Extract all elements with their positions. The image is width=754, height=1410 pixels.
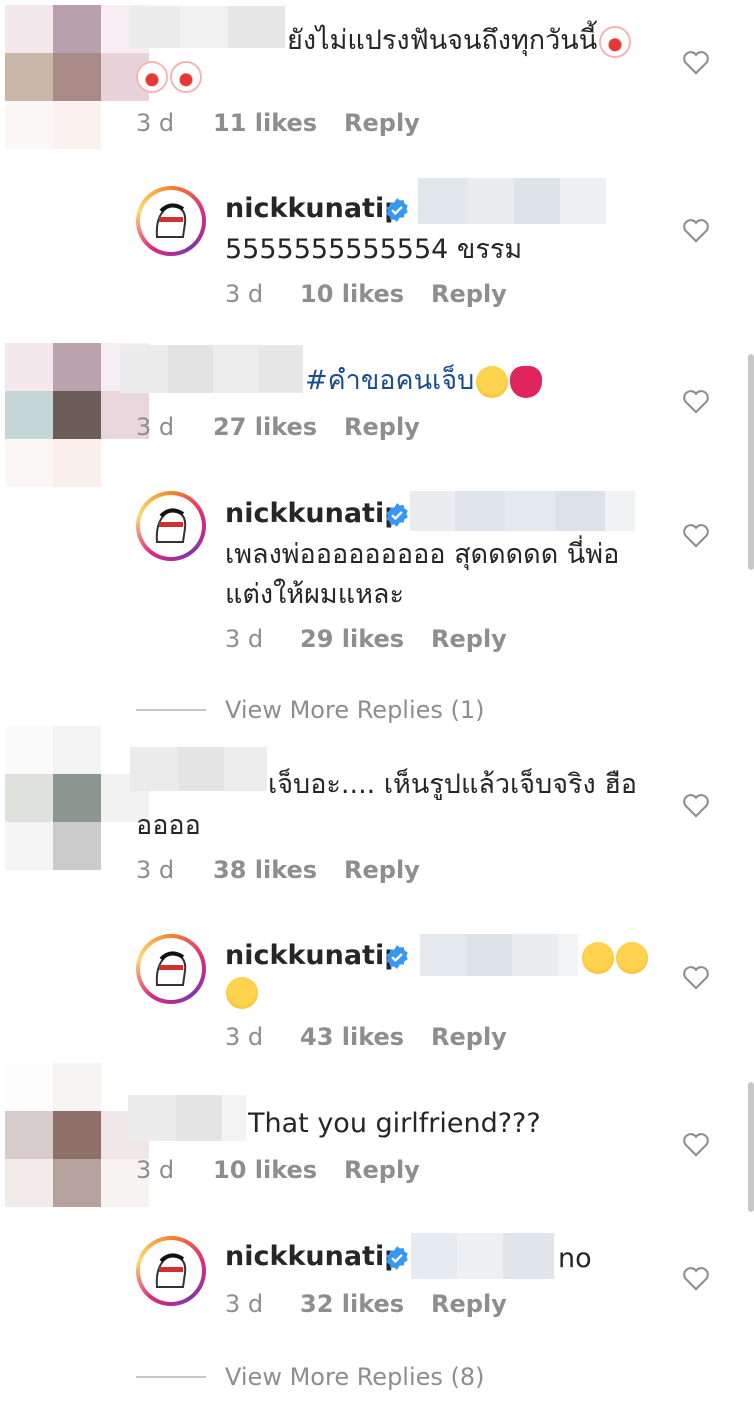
blurred-username[interactable] <box>128 1095 246 1141</box>
avatar[interactable] <box>136 934 206 1004</box>
heart-outline-icon[interactable] <box>682 964 710 990</box>
reply-button[interactable]: Reply <box>344 413 420 441</box>
clown-face-icon <box>136 60 168 93</box>
comment-time: 3 d <box>225 1290 264 1318</box>
blurred-mention[interactable] <box>410 491 635 531</box>
blurred-mention[interactable] <box>420 934 578 976</box>
username[interactable]: nickkunatip <box>225 193 404 224</box>
verified-badge-icon <box>386 945 408 969</box>
blurred-mention[interactable] <box>411 1233 554 1279</box>
blurred-username[interactable] <box>130 6 285 48</box>
view-more-replies-button[interactable]: View More Replies (1) <box>225 696 485 724</box>
scrollbar-thumb[interactable] <box>748 354 754 570</box>
reply-button[interactable]: Reply <box>431 1290 507 1318</box>
comment-text: 5555555555554 ขรรม <box>225 234 523 265</box>
heart-outline-icon[interactable] <box>682 388 710 414</box>
comment-emoji <box>136 57 202 95</box>
comment-text: ยังไม่แปรงฟันจนถึงทุกวันนี้ <box>287 22 632 60</box>
avatar[interactable] <box>136 1236 206 1306</box>
loudly-crying-face-icon <box>476 365 509 398</box>
comment-text: no <box>558 1243 592 1274</box>
like-count[interactable]: 32 likes <box>300 1290 404 1318</box>
username[interactable]: nickkunatip <box>225 940 404 971</box>
view-more-replies-button[interactable]: View More Replies (8) <box>225 1363 485 1391</box>
reply-button[interactable]: Reply <box>344 1156 420 1184</box>
like-count[interactable]: 38 likes <box>213 856 317 884</box>
clown-face-icon <box>599 25 632 58</box>
heart-outline-icon[interactable] <box>682 1131 710 1157</box>
heart-outline-icon[interactable] <box>682 792 710 818</box>
username[interactable]: nickkunatip <box>225 498 404 529</box>
rolling-on-floor-laughing-icon <box>582 941 614 974</box>
comment-time: 3 d <box>225 1023 264 1051</box>
blurred-mention[interactable] <box>418 178 606 224</box>
avatar[interactable] <box>136 491 206 561</box>
reply-button[interactable]: Reply <box>431 625 507 653</box>
comment-emoji <box>226 973 258 1011</box>
verified-badge-icon <box>386 1246 408 1270</box>
reply-button[interactable]: Reply <box>344 109 420 137</box>
comment-text-line2: แต่งให้ผมแหละ <box>225 579 404 610</box>
like-count[interactable]: 27 likes <box>213 413 317 441</box>
username[interactable]: nickkunatip <box>225 1241 404 1272</box>
like-count[interactable]: 10 likes <box>213 1156 317 1184</box>
comment-emoji <box>582 938 648 976</box>
like-count[interactable]: 10 likes <box>300 280 404 308</box>
broken-heart-icon <box>510 365 543 398</box>
comment-time: 3 d <box>136 413 175 441</box>
comment-text-line1: เจ็บอะ.... เห็นรูปแล้วเจ็บจริง ฮือ <box>268 769 638 800</box>
reply-button[interactable]: Reply <box>431 280 507 308</box>
avatar[interactable] <box>136 186 206 256</box>
divider-line <box>136 1376 206 1378</box>
comment-time: 3 d <box>136 109 175 137</box>
heart-outline-icon[interactable] <box>682 217 710 243</box>
heart-outline-icon[interactable] <box>682 1265 710 1291</box>
clown-face-icon <box>170 60 202 93</box>
comment-time: 3 d <box>136 856 175 884</box>
like-count[interactable]: 29 likes <box>300 625 404 653</box>
hashtag-link[interactable]: #คำขอคนเจ็บ <box>305 365 474 396</box>
reply-button[interactable]: Reply <box>431 1023 507 1051</box>
verified-badge-icon <box>386 198 408 222</box>
comment-text-line1: เพลงพ่อออออออออ สุดดดดด นี่พ่อ <box>225 539 620 570</box>
divider-line <box>136 709 206 711</box>
comment-time: 3 d <box>136 1156 175 1184</box>
avatar[interactable] <box>5 726 149 870</box>
heart-outline-icon[interactable] <box>682 522 710 548</box>
comment-time: 3 d <box>225 625 264 653</box>
blurred-username[interactable] <box>120 345 303 393</box>
blurred-username[interactable] <box>130 747 267 791</box>
rolling-on-floor-laughing-icon <box>226 976 258 1009</box>
comment-text: #คำขอคนเจ็บ <box>305 362 543 400</box>
avatar[interactable] <box>5 5 149 149</box>
comment-text: That you girlfriend??? <box>248 1108 541 1139</box>
scrollbar-thumb[interactable] <box>748 1082 754 1212</box>
comment-time: 3 d <box>225 280 264 308</box>
like-count[interactable]: 11 likes <box>213 109 317 137</box>
verified-badge-icon <box>386 503 408 527</box>
like-count[interactable]: 43 likes <box>300 1023 404 1051</box>
heart-outline-icon[interactable] <box>682 49 710 75</box>
rolling-on-floor-laughing-icon <box>616 941 648 974</box>
comment-text-line2: ออออ <box>136 810 201 841</box>
reply-button[interactable]: Reply <box>344 856 420 884</box>
